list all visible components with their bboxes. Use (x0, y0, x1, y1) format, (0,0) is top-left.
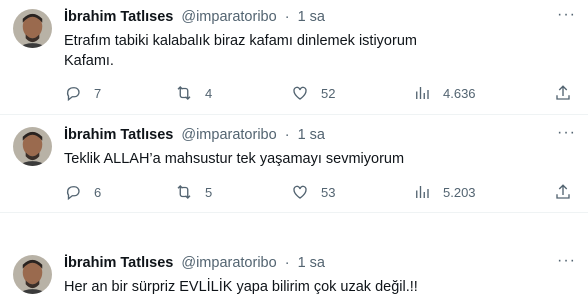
author-name[interactable]: İbrahim Tatlıses (64, 255, 173, 271)
author-name[interactable]: İbrahim Tatlıses (64, 127, 173, 143)
tweet-actions: 6 5 53 5.203 (64, 182, 578, 202)
tweet-header: İbrahim Tatlıses @imparatoribo · 1 sa (64, 9, 325, 25)
heart-icon (291, 84, 309, 102)
tweet-text-line: Her an bir sürpriz EVLİLİK yapa bilirim … (64, 279, 418, 295)
tweet-text-line: Kafamı. (64, 53, 114, 69)
views-button[interactable]: 5.203 (413, 182, 476, 202)
tweet-text-line: Teklik ALLAH’a mahsustur tek yaşamayı se… (64, 151, 405, 167)
share-button[interactable] (554, 182, 572, 202)
avatar[interactable] (13, 9, 52, 48)
reply-icon (64, 183, 82, 201)
reply-count: 6 (94, 184, 102, 200)
timestamp[interactable]: 1 sa (298, 9, 325, 25)
retweet-icon (175, 183, 193, 201)
tweet-text-line: Etrafım tabiki kalabalık biraz kafamı di… (64, 33, 417, 49)
avatar[interactable] (13, 255, 52, 294)
like-count: 53 (321, 184, 336, 200)
share-button[interactable] (554, 83, 572, 103)
retweet-count: 5 (205, 184, 213, 200)
tweet-actions: 7 4 52 4.636 (64, 83, 578, 103)
author-handle[interactable]: @imparatoribo (181, 9, 276, 25)
share-icon (554, 183, 572, 201)
views-button[interactable]: 4.636 (413, 83, 476, 103)
tweet-text: Etrafım tabiki kalabalık biraz kafamı di… (64, 31, 417, 71)
heart-icon (291, 183, 309, 201)
retweet-count: 4 (205, 85, 213, 101)
more-icon[interactable]: ··· (557, 252, 576, 270)
tweet-text: Her an bir sürpriz EVLİLİK yapa bilirim … (64, 277, 418, 297)
reply-button[interactable]: 7 (64, 83, 101, 103)
author-handle[interactable]: @imparatoribo (181, 127, 276, 143)
tweet[interactable]: İbrahim Tatlıses @imparatoribo · 1 sa ··… (0, 0, 588, 115)
like-button[interactable]: 53 (291, 182, 335, 202)
retweet-button[interactable]: 5 (175, 182, 212, 202)
like-count: 52 (321, 85, 336, 101)
tweet-header: İbrahim Tatlıses @imparatoribo · 1 sa (64, 127, 325, 143)
tweet-text: Teklik ALLAH’a mahsustur tek yaşamayı se… (64, 149, 404, 169)
avatar[interactable] (13, 127, 52, 166)
tweet[interactable]: İbrahim Tatlıses @imparatoribo · 1 sa ··… (0, 246, 588, 295)
timestamp[interactable]: 1 sa (298, 255, 325, 271)
tweet-header: İbrahim Tatlıses @imparatoribo · 1 sa (64, 255, 325, 271)
author-name[interactable]: İbrahim Tatlıses (64, 9, 173, 25)
more-icon[interactable]: ··· (557, 124, 576, 142)
views-icon (413, 183, 431, 201)
reply-icon (64, 84, 82, 102)
separator-dot: · (284, 9, 290, 25)
retweet-icon (175, 84, 193, 102)
author-handle[interactable]: @imparatoribo (181, 255, 276, 271)
share-icon (554, 84, 572, 102)
more-icon[interactable]: ··· (557, 6, 576, 24)
reply-count: 7 (94, 85, 102, 101)
reply-button[interactable]: 6 (64, 182, 101, 202)
timestamp[interactable]: 1 sa (298, 127, 325, 143)
views-count: 5.203 (443, 184, 476, 200)
separator-dot: · (284, 255, 290, 271)
retweet-button[interactable]: 4 (175, 83, 212, 103)
views-count: 4.636 (443, 85, 476, 101)
views-icon (413, 84, 431, 102)
tweet[interactable]: İbrahim Tatlıses @imparatoribo · 1 sa ··… (0, 118, 588, 213)
like-button[interactable]: 52 (291, 83, 335, 103)
separator-dot: · (284, 127, 290, 143)
